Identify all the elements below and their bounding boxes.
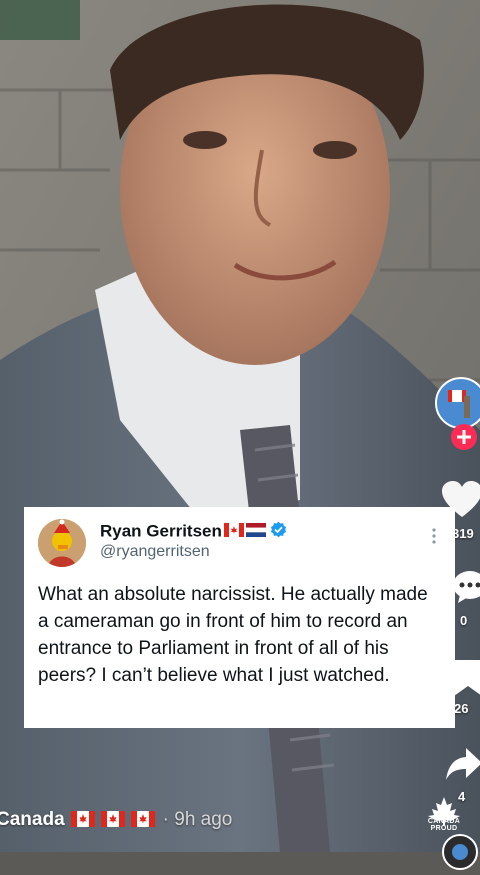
post-time: · 9h ago — [163, 809, 233, 830]
tweet-header: Ryan Gerritsen @ryangerritsen — [38, 519, 441, 577]
tweet-card[interactable]: Ryan Gerritsen @ryangerritsen What an ab… — [24, 507, 455, 728]
follow-plus-icon[interactable] — [450, 423, 478, 451]
bookmark-icon[interactable] — [454, 660, 480, 696]
more-vertical-icon[interactable] — [431, 527, 437, 548]
author-name[interactable]: Ryan Gerritsen — [100, 521, 222, 540]
share-icon[interactable] — [446, 746, 480, 782]
comment-icon[interactable] — [452, 570, 480, 604]
verified-badge-icon — [270, 521, 287, 543]
canada-flag-icon — [224, 522, 244, 542]
author-name-line: Ryan Gerritsen — [100, 521, 287, 543]
netherlands-flag-icon — [246, 522, 266, 542]
caption-text: Canada — [0, 809, 65, 830]
video-caption[interactable]: Canada · 9h ago — [0, 809, 232, 833]
canada-flag-icon — [101, 811, 125, 833]
watermark-text: CANADA PROUD — [418, 818, 470, 832]
comment-count: 0 — [460, 613, 467, 628]
author-handle[interactable]: @ryangerritsen — [100, 543, 210, 561]
save-count: 26 — [454, 701, 468, 716]
creator-avatar[interactable] — [434, 376, 480, 430]
canada-flag-icon — [71, 811, 95, 833]
like-count: 319 — [452, 526, 474, 541]
music-disc-icon[interactable] — [442, 834, 478, 870]
canada-flag-icon — [131, 811, 155, 833]
tweet-text: What an absolute narcissist. He actually… — [38, 581, 441, 689]
author-avatar[interactable] — [38, 519, 86, 567]
canada-proud-watermark: CANADA PROUD — [418, 796, 470, 834]
